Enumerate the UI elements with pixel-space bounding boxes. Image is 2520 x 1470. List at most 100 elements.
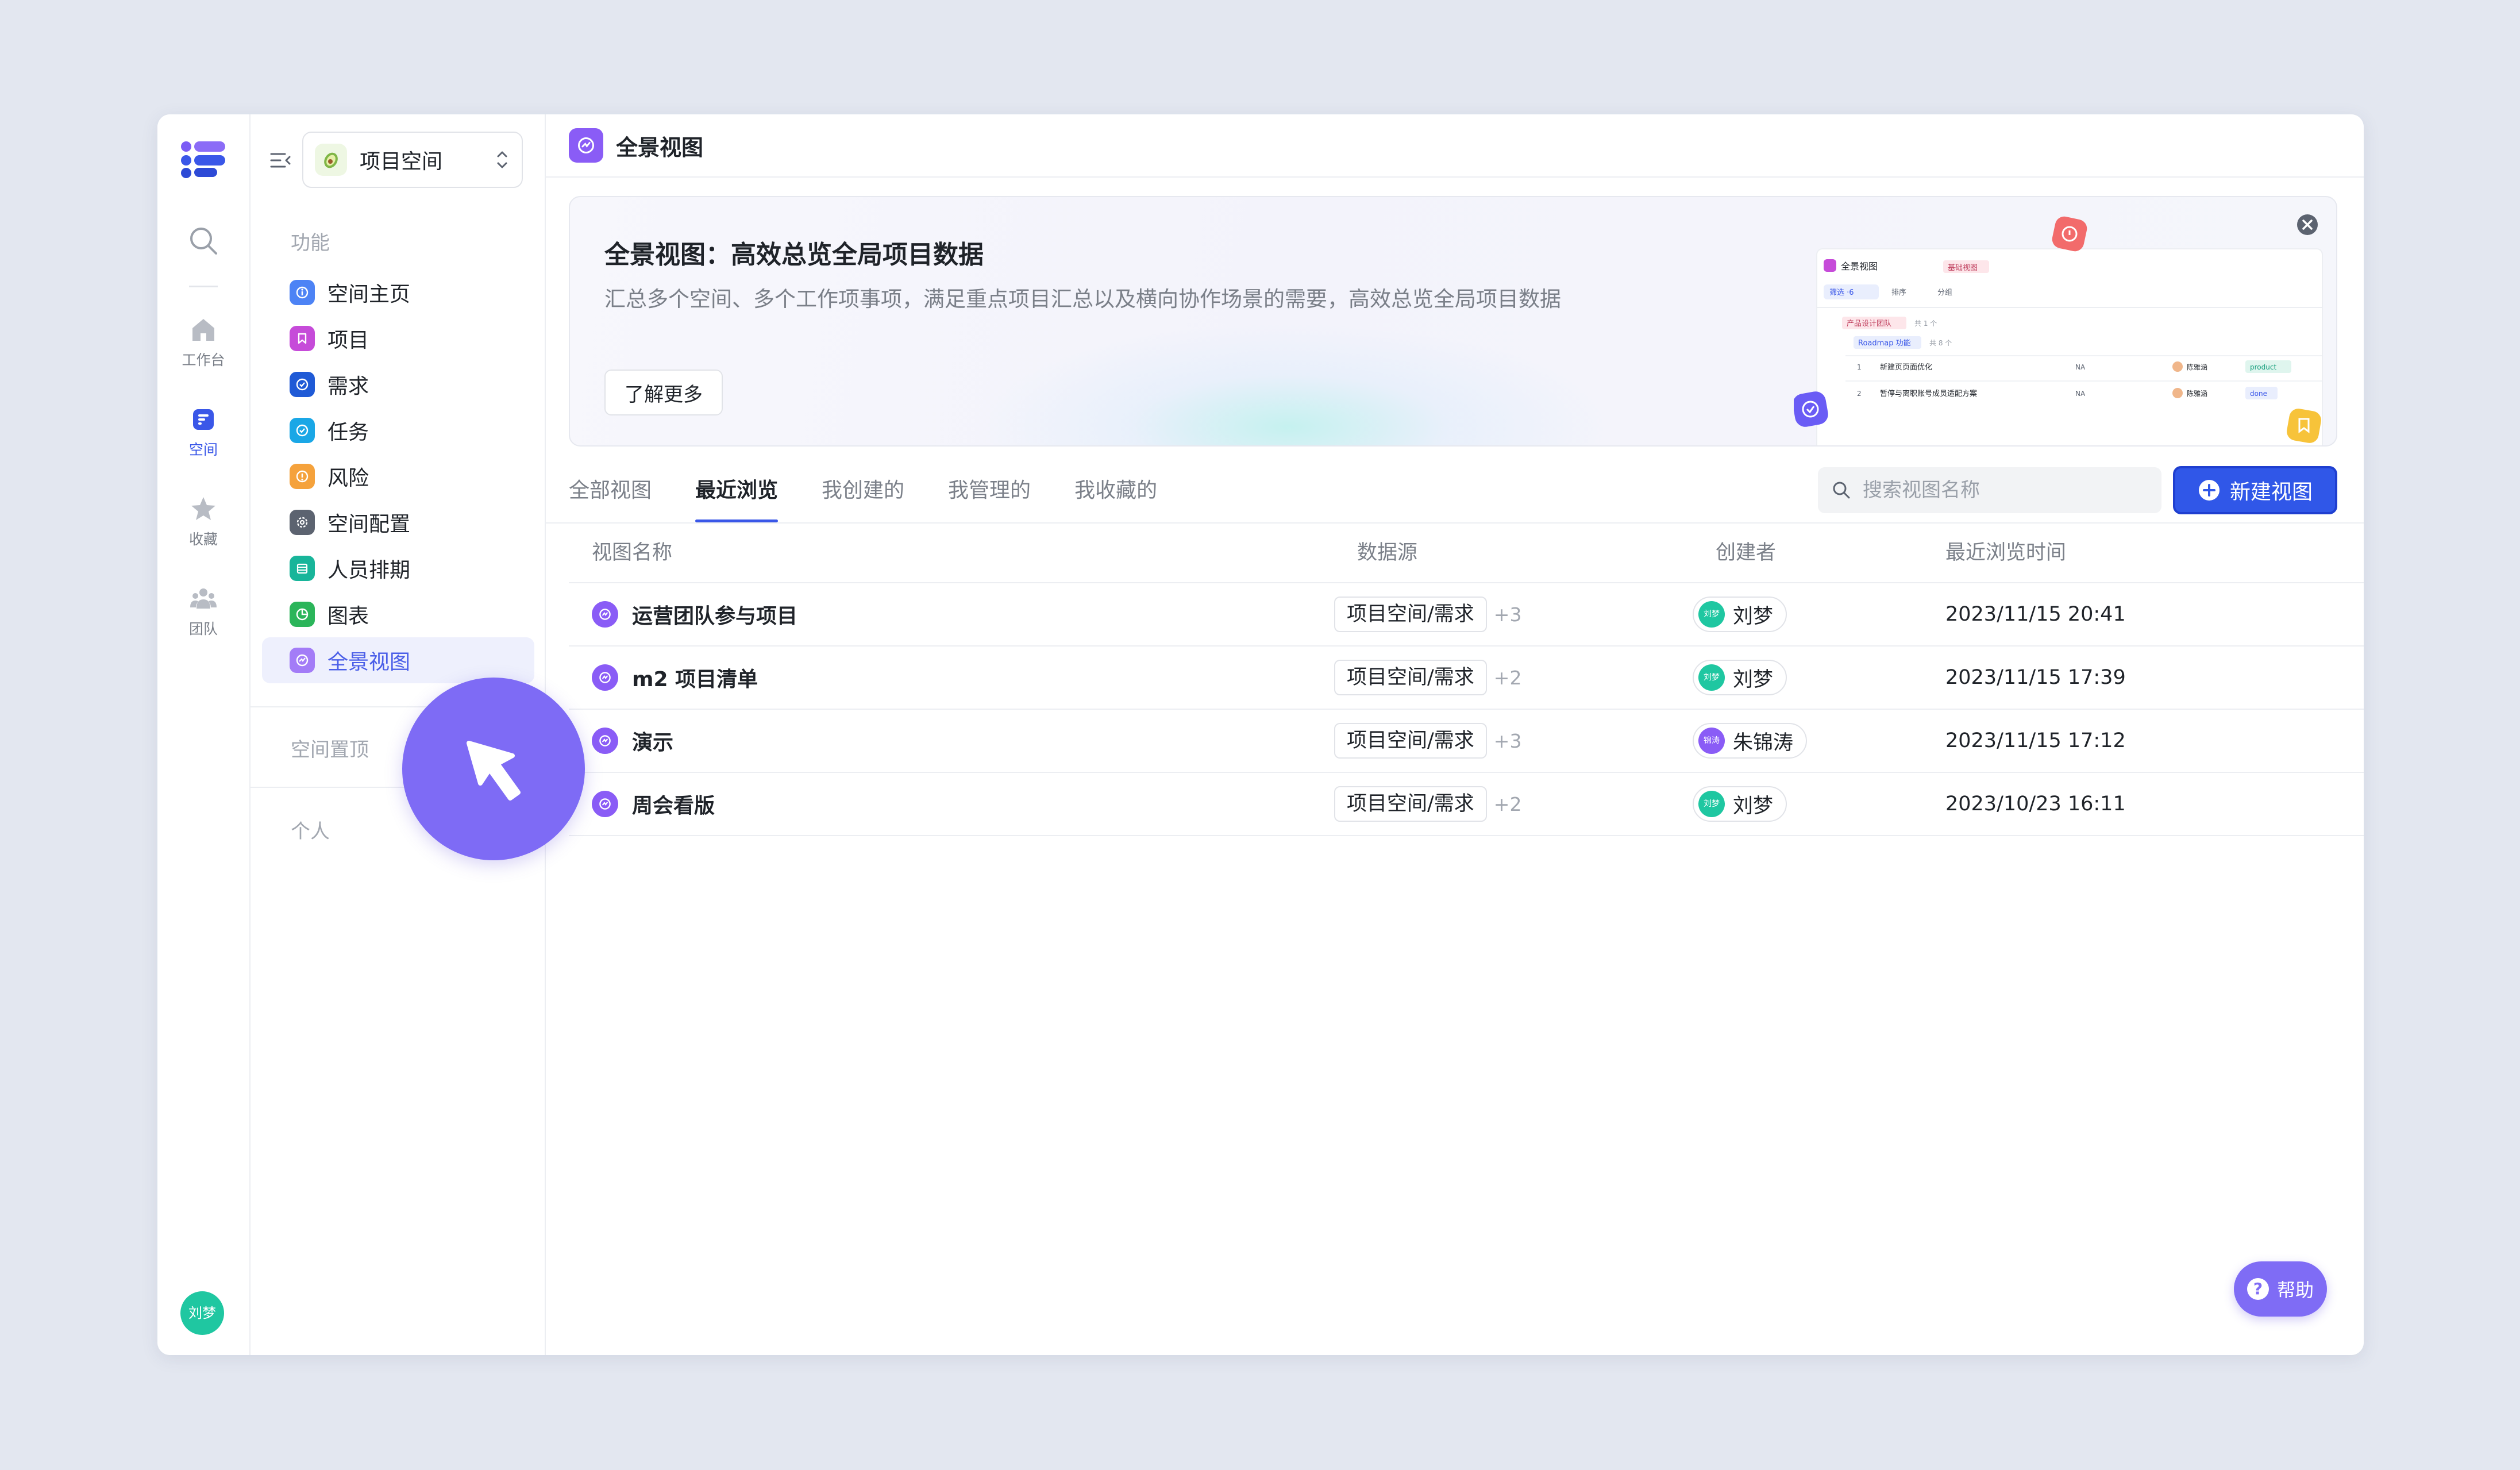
help-button[interactable]: ? 帮助 [2234, 1261, 2327, 1317]
sidebar-item-label: 图表 [327, 605, 369, 628]
column-header-creator: 创建者 [1716, 541, 1777, 564]
source-more-count[interactable]: +2 [1494, 793, 1522, 815]
collapse-sidebar-icon[interactable] [268, 148, 293, 173]
sidebar-item-space-home[interactable]: 空间主页 [262, 270, 534, 315]
chevron-updown-icon [497, 151, 507, 168]
warning-icon [290, 464, 315, 489]
rail-item-team[interactable]: 团队 [157, 584, 249, 638]
source-more-count[interactable]: +2 [1494, 667, 1522, 689]
search-box[interactable] [1818, 467, 2161, 513]
rail-item-space[interactable]: 空间 [157, 405, 249, 459]
column-header-source: 数据源 [1357, 541, 1418, 564]
page-title: 全景视图 [616, 134, 704, 160]
app-window: 工作台 空间 收藏 团队 刘梦 项目空间 功能 空间主页 项目 需求 任务 风险… [157, 114, 2364, 1355]
panorama-icon [592, 664, 618, 691]
table-row[interactable]: 演示 项目空间/需求 +3 锦涛 朱锦涛 2023/11/15 17:12 [569, 710, 2364, 773]
info-icon [290, 280, 315, 305]
space-name: 项目空间 [360, 150, 443, 174]
task-check-icon [290, 418, 315, 443]
question-icon: ? [2247, 1278, 2269, 1300]
source-tag: 项目空间/需求 [1334, 660, 1487, 695]
avatar: 刘梦 [1698, 664, 1725, 691]
preview-group1: 产品设计团队 [1847, 320, 1891, 328]
space-selector[interactable]: 项目空间 [302, 132, 523, 188]
rail-item-favorites[interactable]: 收藏 [157, 495, 249, 549]
sidebar-item-label: 人员排期 [327, 559, 411, 582]
last-viewed-time: 2023/11/15 20:41 [1945, 603, 2126, 626]
creator-chip: 锦涛 朱锦涛 [1693, 723, 1808, 759]
preview-group2: Roadmap 功能 [1858, 339, 1911, 348]
sidebar-item-requirement[interactable]: 需求 [262, 361, 534, 407]
icon-rail: 工作台 空间 收藏 团队 刘梦 [157, 114, 251, 1355]
preview-group1-count: 共 1 个 [1914, 320, 1937, 328]
tab-favorites[interactable]: 我收藏的 [1074, 471, 1157, 522]
rail-item-label: 空间 [188, 441, 218, 458]
avatar: 锦涛 [1698, 728, 1725, 754]
source-tag: 项目空间/需求 [1334, 786, 1487, 822]
sidebar-item-panorama-view[interactable]: 全景视图 [262, 637, 534, 683]
sidebar-item-risk[interactable]: 风险 [262, 453, 534, 499]
table-row[interactable]: m2 项目清单 项目空间/需求 +2 刘梦 刘梦 2023/11/15 17:3… [569, 647, 2364, 710]
plus-circle-icon [2198, 480, 2220, 501]
sidebar-item-schedule[interactable]: 人员排期 [262, 545, 534, 591]
chart-icon [290, 602, 315, 627]
source-more-count[interactable]: +3 [1494, 603, 1522, 626]
preview-row-owner: 陈雅涵 [2187, 389, 2207, 398]
column-header-name: 视图名称 [592, 541, 673, 564]
sidebar-item-project[interactable]: 项目 [262, 315, 534, 361]
preview-group2-count: 共 8 个 [1929, 339, 1952, 347]
view-name-link[interactable]: m2 项目清单 [632, 663, 758, 692]
creator-name: 刘梦 [1733, 605, 1774, 628]
rail-item-label: 团队 [188, 621, 218, 637]
banner-preview-image: 全景视图 基础视图 筛选 ·6 排序 分组 产品设计团队 共 1 个 Roadm… [1794, 216, 2323, 445]
sidebar-item-label: 空间配置 [327, 513, 411, 536]
creator-name: 刘梦 [1733, 668, 1774, 691]
preview-row-title: 新建页页面优化 [1880, 363, 1932, 372]
tab-recent[interactable]: 最近浏览 [695, 471, 779, 522]
search-icon [1833, 482, 1850, 499]
view-tabs: 全部视图 最近浏览 我创建的 我管理的 我收藏的 [569, 471, 1201, 522]
view-name-link[interactable]: 周会看版 [632, 789, 715, 819]
search-input[interactable] [1862, 478, 2140, 502]
table-row[interactable]: 周会看版 项目空间/需求 +2 刘梦 刘梦 2023/10/23 16:11 [569, 773, 2364, 836]
preview-row-no: 2 [1857, 390, 1862, 398]
preview-row-tag: done [2250, 390, 2267, 398]
home-icon [192, 319, 214, 341]
tab-managed-by-me[interactable]: 我管理的 [948, 471, 1031, 522]
avatar: 刘梦 [1698, 791, 1725, 817]
views-table: 视图名称 数据源 创建者 最近浏览时间 运营团队参与项目 项目空间/需求 +3 [569, 524, 2364, 836]
gear-icon [290, 510, 315, 535]
sidebar-item-label: 任务 [327, 421, 369, 444]
sidebar-item-chart[interactable]: 图表 [262, 591, 534, 637]
sidebar-item-task[interactable]: 任务 [262, 407, 534, 453]
source-more-count[interactable]: +3 [1494, 730, 1522, 752]
last-viewed-time: 2023/11/15 17:12 [1945, 729, 2126, 752]
creator-name: 刘梦 [1733, 794, 1774, 818]
star-icon [191, 497, 215, 520]
requirement-icon [290, 372, 315, 397]
new-view-button[interactable]: 新建视图 [2173, 466, 2337, 514]
creator-chip: 刘梦 刘梦 [1693, 786, 1787, 822]
arrow-up-left-icon [467, 741, 521, 801]
tab-created-by-me[interactable]: 我创建的 [822, 471, 904, 522]
view-name-link[interactable]: 演示 [632, 726, 673, 756]
app-logo-icon[interactable] [179, 138, 228, 179]
avatar: 刘梦 [1698, 601, 1725, 628]
banner-description: 汇总多个空间、多个工作项事项，满足重点项目汇总以及横向协作场景的需要，高效总览全… [604, 287, 1561, 311]
tab-all-views[interactable]: 全部视图 [569, 471, 652, 522]
view-name-link[interactable]: 运营团队参与项目 [632, 599, 797, 629]
preview-sort: 排序 [1891, 288, 1906, 297]
source-tag: 项目空间/需求 [1334, 597, 1487, 632]
preview-group: 分组 [1937, 288, 1952, 297]
panorama-icon [592, 601, 618, 628]
rail-item-workbench[interactable]: 工作台 [157, 315, 249, 370]
rail-item-label: 收藏 [188, 531, 218, 548]
avocado-icon [315, 144, 347, 176]
learn-more-button[interactable]: 了解更多 [604, 370, 723, 415]
sidebar-item-space-config[interactable]: 空间配置 [262, 499, 534, 545]
user-avatar[interactable]: 刘梦 [180, 1291, 224, 1335]
calendar-icon [290, 556, 315, 581]
section-label-features: 功能 [291, 232, 330, 255]
search-icon[interactable] [187, 225, 219, 257]
table-row[interactable]: 运营团队参与项目 项目空间/需求 +3 刘梦 刘梦 2023/11/15 20:… [569, 583, 2364, 647]
